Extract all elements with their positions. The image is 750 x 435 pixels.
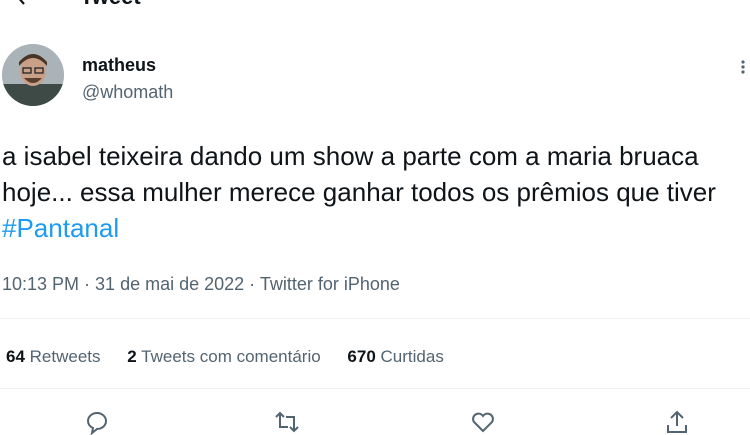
tweet-source[interactable]: Twitter for iPhone (260, 274, 400, 294)
retweets-count: 64 (6, 347, 25, 366)
author-handle[interactable]: @whomath (82, 82, 173, 103)
share-icon[interactable] (664, 409, 690, 435)
arrow-left-icon[interactable] (14, 0, 32, 6)
quotes-count: 2 (127, 347, 137, 366)
likes-label: Curtidas (380, 347, 444, 366)
likes-stat[interactable]: 670 Curtidas (347, 347, 443, 366)
retweets-stat[interactable]: 64 Retweets (6, 347, 101, 366)
top-bar: Tweet (0, 0, 750, 10)
avatar[interactable] (2, 44, 64, 106)
quotes-label: Tweets com comentário (141, 347, 321, 366)
tweet-meta: 10:13 PM · 31 de mai de 2022 · Twitter f… (2, 274, 400, 295)
author-name[interactable]: matheus (82, 55, 156, 76)
hashtag-link[interactable]: #Pantanal (2, 213, 119, 243)
like-icon[interactable] (470, 409, 496, 435)
retweets-label: Retweets (29, 347, 101, 366)
divider (0, 318, 750, 319)
tweet-time[interactable]: 10:13 PM (2, 274, 79, 294)
tweet-stats: 64 Retweets 2 Tweets com comentário 670 … (6, 347, 466, 367)
likes-count: 670 (347, 347, 376, 366)
meta-separator: · (244, 274, 260, 294)
more-options-icon[interactable] (738, 60, 748, 74)
divider (0, 388, 750, 389)
retweet-icon[interactable] (274, 409, 300, 435)
action-bar (0, 405, 750, 435)
reply-icon[interactable] (84, 409, 110, 435)
tweet-text: a isabel teixeira dando um show a parte … (2, 138, 742, 246)
tweet-body: a isabel teixeira dando um show a parte … (2, 141, 716, 207)
quotes-stat[interactable]: 2 Tweets com comentário (127, 347, 320, 366)
meta-separator: · (79, 274, 96, 294)
tweet-date[interactable]: 31 de mai de 2022 (95, 274, 244, 294)
page-title: Tweet (80, 0, 141, 8)
user-avatar-icon (2, 44, 64, 106)
